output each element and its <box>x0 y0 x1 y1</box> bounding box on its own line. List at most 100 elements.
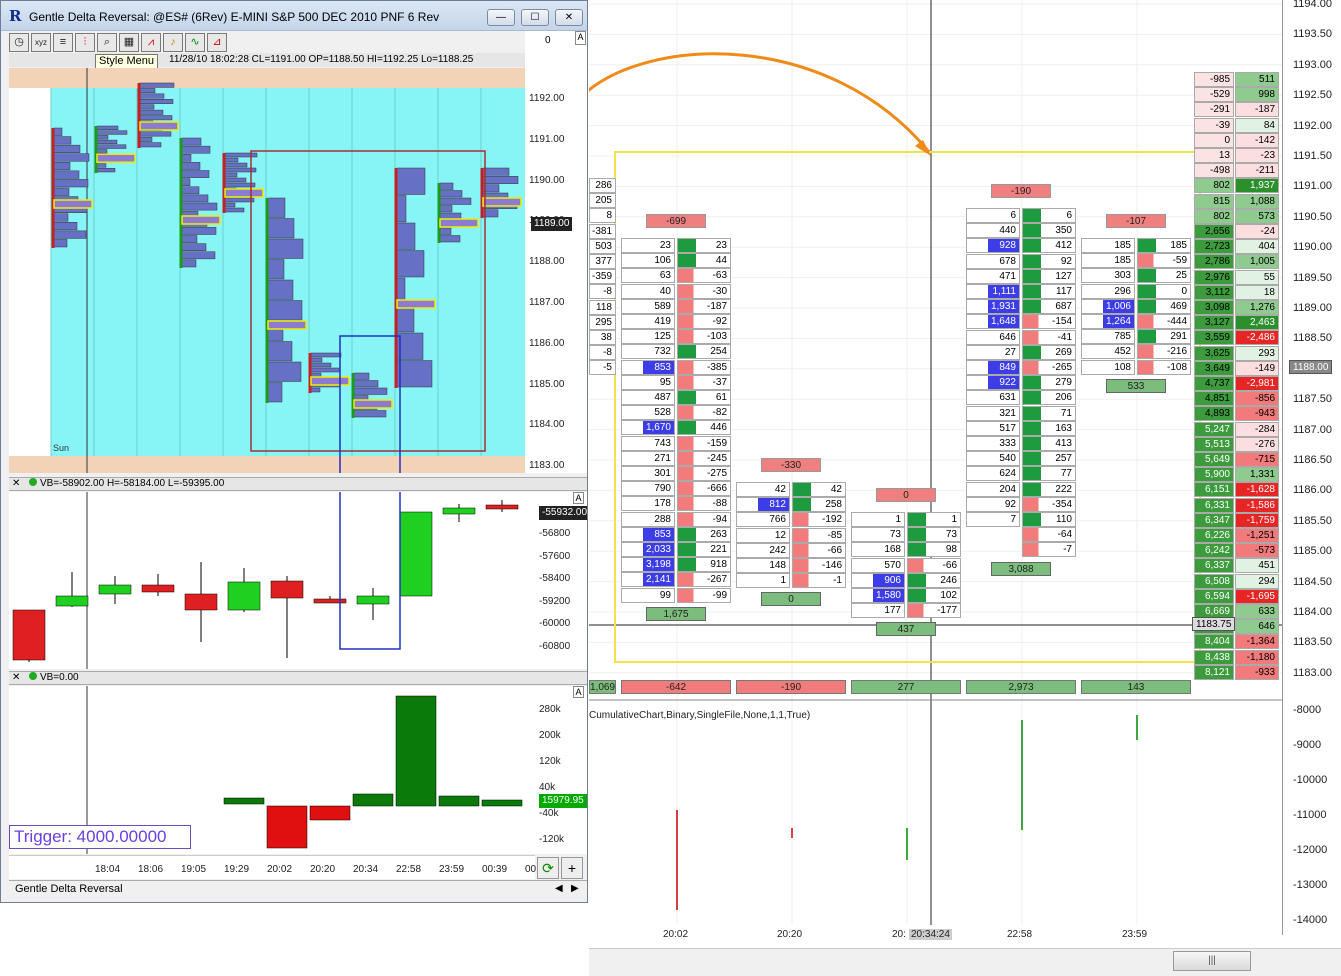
ladder-left-cell: -498 <box>1194 163 1234 179</box>
ladder-right-cell: -187 <box>1235 102 1279 118</box>
ladder-left-cell: 5,513 <box>1194 436 1234 452</box>
ladder-left-cell: 8,404 <box>1194 634 1234 650</box>
status-text: 11/28/10 18:02:28 CL=1191.00 OP=1188.50 … <box>169 54 474 65</box>
profile-bar <box>53 187 70 196</box>
ladder-right-cell: -2,981 <box>1235 376 1279 391</box>
bid-volume-cell: 2,033 <box>621 542 675 557</box>
side-value-cell: -359 <box>589 269 616 285</box>
tab-scroll-left-icon[interactable]: ◀ <box>555 883 563 894</box>
bid-volume-cell: 1 <box>851 512 905 527</box>
bar-foot-delta: 437 <box>876 622 936 637</box>
horizontal-scrollbar[interactable]: ||| <box>589 948 1341 976</box>
lower-axis-label: -10000 <box>1293 774 1328 786</box>
price-axis-label: 1186.00 <box>529 337 565 349</box>
ask-volume-cell: 254 <box>677 344 731 360</box>
xyz-icon[interactable]: xyz <box>31 33 51 52</box>
pane3-header-text: VB=0.00 <box>39 672 79 683</box>
maximize-button[interactable]: ☐ <box>521 9 549 26</box>
bid-volume-cell: 42 <box>736 482 790 497</box>
footprint-chart[interactable]: -699 23 23 106 44 63 -63 40 -30 589 -187 419 -92 125-… <box>589 0 1341 976</box>
price-axis-label: 1188.00 <box>529 256 565 268</box>
cumulative-delta-pane[interactable] <box>9 471 535 669</box>
add-icon[interactable]: + <box>561 857 583 879</box>
scroll-thumb[interactable]: ||| <box>1173 951 1251 971</box>
bid-volume-cell: 1,670 <box>621 420 675 436</box>
right-axis-label: 1184.50 <box>1293 575 1332 588</box>
time-label: 22:58 <box>396 864 422 875</box>
profile-bar <box>181 194 209 203</box>
ask-volume-cell: 206 <box>1022 390 1076 406</box>
grid-icon[interactable]: ▦ <box>119 33 139 52</box>
ladder-left-cell: 5,649 <box>1194 452 1234 467</box>
minimize-button[interactable]: — <box>487 9 515 26</box>
ladder-left-cell: -985 <box>1194 72 1234 87</box>
ladder-left-cell: 815 <box>1194 193 1234 209</box>
title-bar[interactable]: R Gentle Delta Reversal: @ES# (6Rev) E-M… <box>1 1 587 31</box>
pane3-axis-label: 120k <box>539 756 561 767</box>
profile-bar <box>267 300 303 321</box>
profile-bar <box>53 239 68 248</box>
right-axis-label: 1192.00 <box>1293 119 1332 132</box>
stack-icon[interactable]: ≡ <box>53 33 73 52</box>
profile-bar <box>139 99 174 104</box>
profile-bar <box>267 218 295 239</box>
tab-gentle-delta[interactable]: Gentle Delta Reversal <box>15 883 123 895</box>
bid-volume-cell: 589 <box>621 298 675 314</box>
bid-volume-cell: 12 <box>736 527 790 543</box>
zoom-icon[interactable]: ⌕ <box>97 33 117 52</box>
pane2-axis-toggle[interactable]: A <box>573 492 584 504</box>
ladder-left-cell: 6,508 <box>1194 573 1234 589</box>
profile-bar <box>439 227 452 235</box>
ask-volume-cell: -59 <box>1137 253 1191 269</box>
histogram-bar <box>309 805 351 821</box>
marker-icon[interactable]: ⊿ <box>207 33 227 52</box>
bid-volume-cell: 528 <box>621 405 675 421</box>
bid-volume-cell: 6 <box>966 208 1020 223</box>
bid-volume-cell: 92 <box>966 496 1020 512</box>
ask-volume-cell: -187 <box>677 298 731 314</box>
profile-bar <box>181 162 201 170</box>
bid-volume-cell: 185 <box>1081 253 1135 269</box>
price-chart[interactable]: Sun <box>9 68 525 473</box>
side-value-cell: 295 <box>589 314 616 330</box>
ask-volume-cell: -30 <box>677 283 731 299</box>
profile-bar <box>353 387 388 395</box>
ask-volume-cell: -385 <box>677 359 731 375</box>
ladder-left-cell: 2,723 <box>1194 239 1234 255</box>
side-value-cell: -8 <box>589 284 616 300</box>
clock-icon[interactable]: ◷ <box>9 33 29 52</box>
tab-scroll-right-icon[interactable]: ▶ <box>571 883 579 894</box>
bid-volume-cell: 540 <box>966 451 1020 467</box>
close-button[interactable]: ✕ <box>555 9 583 26</box>
ask-volume-cell: 25 <box>1137 268 1191 284</box>
poc-bar <box>439 218 479 228</box>
bid-volume-cell: 1 <box>736 573 790 589</box>
ladder-left-cell: 6,347 <box>1194 512 1234 528</box>
axis-toggle-icon[interactable]: A <box>575 31 586 45</box>
bell-icon[interactable]: ♪ <box>163 33 183 52</box>
ladder-right-cell: -142 <box>1235 132 1279 148</box>
poc-bar <box>353 399 393 409</box>
ask-volume-cell: -88 <box>677 496 731 512</box>
ask-volume-cell: 61 <box>677 390 731 405</box>
wave-icon[interactable]: ∿ <box>185 33 205 52</box>
time-label: 20:34:24 <box>909 929 952 940</box>
refresh-icon[interactable]: ⟳ <box>537 857 559 879</box>
bid-volume-cell: 631 <box>966 390 1020 406</box>
right-axis-label: 1185.50 <box>1293 514 1332 527</box>
lower-axis-label: -12000 <box>1293 844 1328 856</box>
bid-volume-cell: 7 <box>966 512 1020 527</box>
profile-bar <box>267 238 304 259</box>
profile-bar <box>53 162 71 171</box>
bars-icon[interactable]: ⫶ <box>75 33 95 52</box>
ladder-right-cell: -1,695 <box>1235 588 1279 604</box>
ladder-left-cell: 4,737 <box>1194 376 1234 391</box>
profile-bar <box>181 259 197 268</box>
bid-volume-cell: 570 <box>851 557 905 573</box>
pane3-axis-toggle[interactable]: A <box>573 686 584 698</box>
close-pane3-icon[interactable]: ✕ <box>12 672 20 683</box>
close-pane-icon[interactable]: ✕ <box>12 478 20 489</box>
bid-volume-cell: 1,931 <box>966 299 1020 315</box>
chart-icon[interactable]: ⩘ <box>141 33 161 52</box>
profile-bar <box>224 162 248 168</box>
